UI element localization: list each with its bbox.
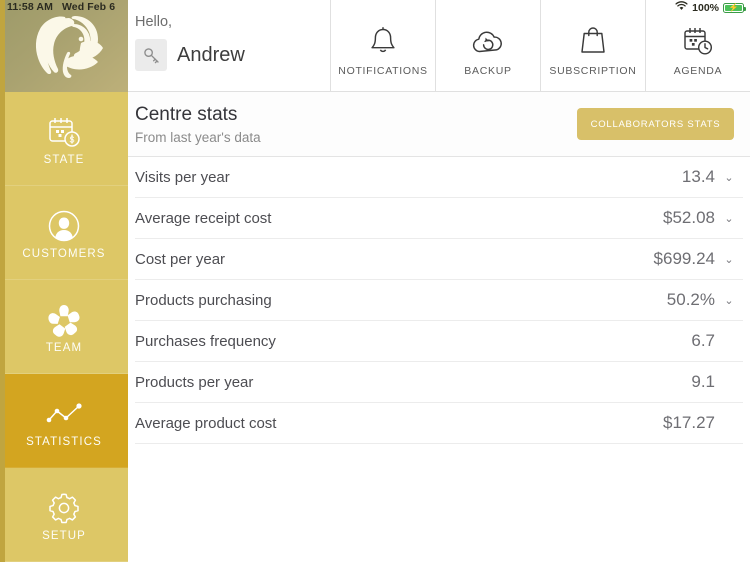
sidebar-item-label: STATE [43, 153, 85, 166]
sidebar-edge-strip [0, 0, 5, 562]
bell-icon [368, 19, 398, 57]
page-title: Centre stats [135, 104, 238, 126]
stat-value: 9.1 [691, 372, 715, 391]
sidebar-item-label: TEAM [45, 341, 83, 354]
collaborators-stats-button[interactable]: COLLABORATORS STATS [577, 108, 734, 140]
table-row[interactable]: Visits per year 13.4 ⌄ [135, 157, 743, 198]
top-nav-label: NOTIFICATIONS [338, 64, 428, 77]
stat-label: Cost per year [135, 250, 226, 268]
sidebar-item-label: SETUP [42, 529, 86, 542]
sidebar-item-state[interactable]: $ STATE [0, 92, 128, 186]
top-nav-agenda[interactable]: AGENDA [646, 0, 750, 91]
gear-icon [47, 488, 81, 528]
chevron-down-icon[interactable]: ⌄ [715, 171, 743, 184]
stat-label: Average receipt cost [135, 209, 272, 227]
app-logo [0, 0, 128, 92]
page-subtitle: From last year's data [135, 129, 261, 145]
shopping-bag-icon [579, 19, 607, 57]
stat-value: 6.7 [691, 331, 715, 350]
sidebar-item-customers[interactable]: CUSTOMERS [0, 186, 128, 280]
calendar-clock-icon [681, 19, 715, 57]
cloud-refresh-icon [470, 19, 506, 57]
table-row[interactable]: Average receipt cost $52.08 ⌄ [135, 198, 743, 239]
sidebar-item-label: STATISTICS [26, 435, 102, 448]
page-header-text: Centre stats From last year's data [128, 103, 261, 145]
stat-label: Products purchasing [135, 291, 272, 309]
stat-value: 50.2% [666, 290, 715, 309]
chevron-down-icon[interactable]: ⌄ [715, 294, 743, 307]
sidebar-item-statistics[interactable]: STATISTICS [0, 374, 128, 468]
top-nav-label: SUBSCRIPTION [549, 64, 637, 77]
stat-value: $17.27 [663, 413, 715, 432]
stat-label: Purchases frequency [135, 332, 276, 350]
key-icon [135, 39, 167, 71]
app-root: 11:58 AM Wed Feb 6 100% ⚡ $ STATE CUSTOM… [0, 0, 750, 562]
page-header: Centre stats From last year's data COLLA… [128, 92, 750, 157]
sidebar: $ STATE CUSTOMERS TEAM STATISTICS SETUP [0, 0, 128, 562]
table-row[interactable]: Purchases frequency 6.7 ⌄ [135, 321, 743, 362]
person-circle-icon [47, 206, 81, 246]
stat-label: Average product cost [135, 414, 277, 432]
top-nav-label: AGENDA [673, 64, 723, 77]
table-row[interactable]: Products purchasing 50.2% ⌄ [135, 280, 743, 321]
main-content: Hello, Andrew NOTIFICATIONS BACKUP SUBSC… [128, 0, 750, 562]
stat-label: Products per year [135, 373, 254, 391]
salon-woman-leaf-logo-icon [35, 16, 103, 78]
greeting-block: Hello, Andrew [128, 0, 331, 91]
chevron-down-icon[interactable]: ⌄ [715, 212, 743, 225]
user-block[interactable]: Andrew [135, 39, 330, 71]
sidebar-item-setup[interactable]: SETUP [0, 468, 128, 562]
svg-text:$: $ [70, 134, 75, 144]
user-name: Andrew [177, 43, 245, 66]
stat-value: $699.24 [653, 249, 715, 268]
chevron-down-icon[interactable]: ⌄ [715, 253, 743, 266]
top-nav-notifications[interactable]: NOTIFICATIONS [331, 0, 436, 91]
greeting-hello: Hello, [135, 14, 173, 30]
flower-icon [47, 300, 81, 340]
stat-value: $52.08 [663, 208, 715, 227]
table-row[interactable]: Average product cost $17.27 ⌄ [135, 403, 743, 444]
stat-value: 13.4 [681, 167, 715, 186]
sidebar-nav: $ STATE CUSTOMERS TEAM STATISTICS SETUP [0, 92, 128, 562]
sidebar-item-label: CUSTOMERS [22, 247, 106, 260]
stat-label: Visits per year [135, 168, 230, 186]
top-nav-subscription[interactable]: SUBSCRIPTION [541, 0, 646, 91]
top-nav-backup[interactable]: BACKUP [436, 0, 541, 91]
top-bar: Hello, Andrew NOTIFICATIONS BACKUP SUBSC… [128, 0, 750, 92]
table-row[interactable]: Cost per year $699.24 ⌄ [135, 239, 743, 280]
calendar-dollar-icon: $ [47, 112, 81, 152]
top-nav-label: BACKUP [464, 64, 512, 77]
line-chart-icon [45, 394, 83, 434]
stats-list: Visits per year 13.4 ⌄ Average receipt c… [128, 157, 750, 562]
table-row[interactable]: Products per year 9.1 ⌄ [135, 362, 743, 403]
sidebar-item-team[interactable]: TEAM [0, 280, 128, 374]
